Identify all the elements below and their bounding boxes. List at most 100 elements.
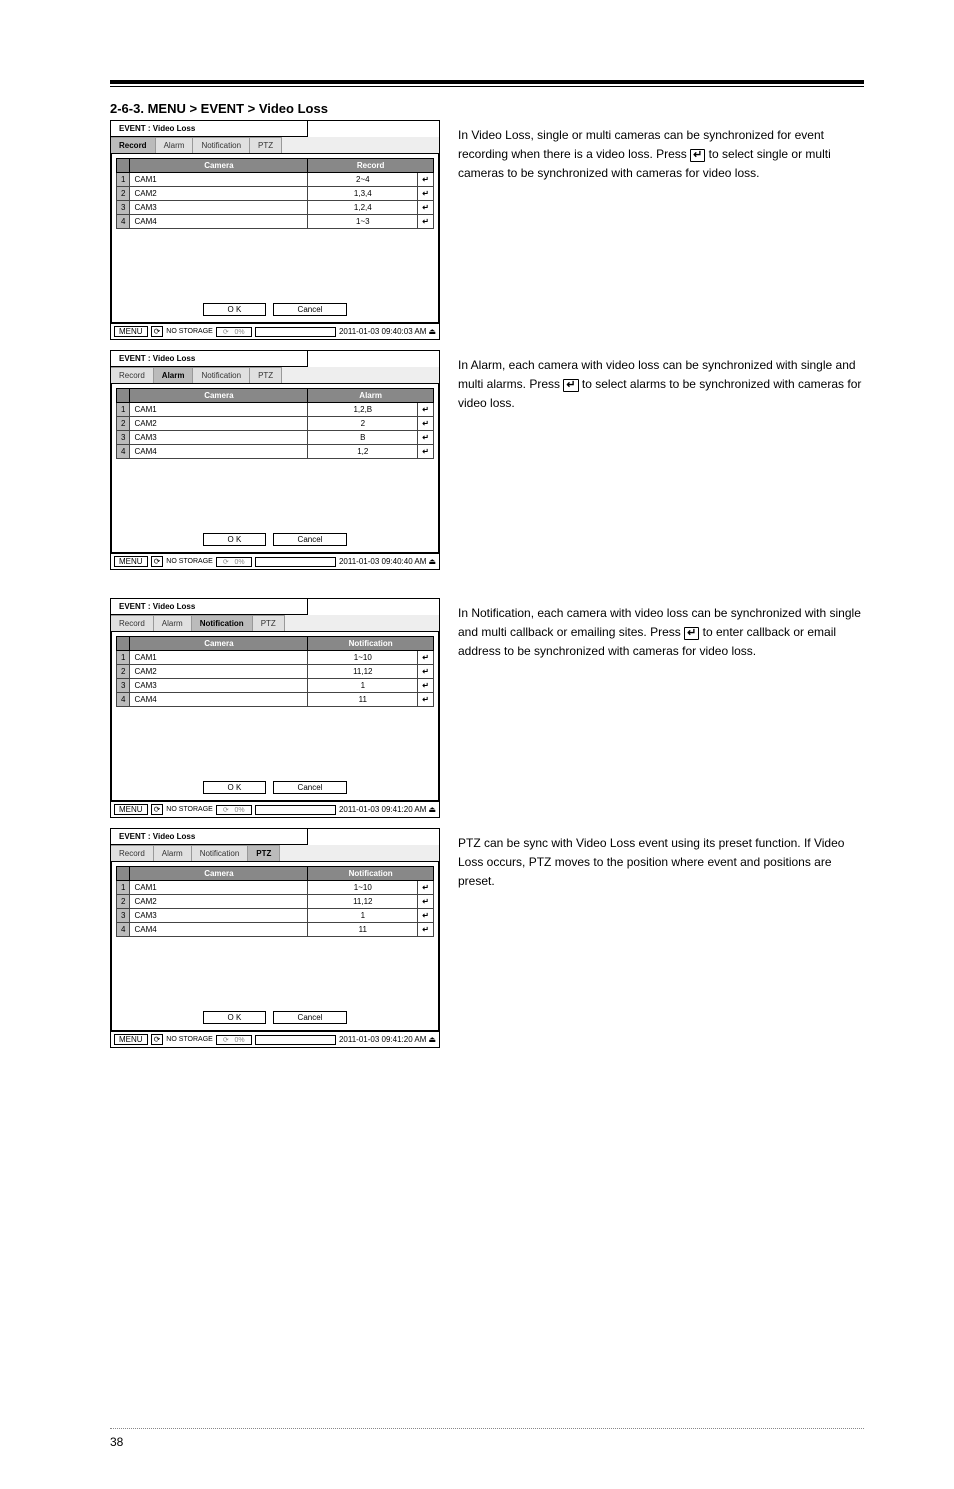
ok-button[interactable]: O K xyxy=(203,303,267,316)
enter-icon[interactable]: ↵ xyxy=(418,651,434,665)
dialog-title: EVENT : Video Loss xyxy=(111,599,308,615)
table-row: 4CAM411↵ xyxy=(117,693,434,707)
table-row: 3CAM31↵ xyxy=(117,909,434,923)
ok-button[interactable]: O K xyxy=(203,533,267,546)
timestamp: 2011-01-03 09:41:20 AM xyxy=(339,1035,426,1044)
menu-button[interactable]: MENU xyxy=(114,1034,148,1045)
table-row: 4CAM41~3↵ xyxy=(117,215,434,229)
tab-record[interactable]: Record xyxy=(111,845,154,861)
timestamp: 2011-01-03 09:40:03 AM xyxy=(339,327,426,336)
enter-icon[interactable]: ↵ xyxy=(418,923,434,937)
enter-icon[interactable]: ↵ xyxy=(418,679,434,693)
table-row: 4CAM411↵ xyxy=(117,923,434,937)
storage-label: NO STORAGE xyxy=(166,328,213,335)
refresh-icon[interactable]: ⟳ xyxy=(151,804,164,815)
tab-record[interactable]: Record xyxy=(111,615,154,631)
enter-icon[interactable]: ↵ xyxy=(418,417,434,431)
row-alarm: EVENT : Video Loss Record Alarm Notifica… xyxy=(110,350,864,570)
enter-icon: ↵ xyxy=(684,627,699,640)
tab-notification[interactable]: Notification xyxy=(192,615,253,631)
tab-alarm[interactable]: Alarm xyxy=(156,137,194,153)
tab-alarm[interactable]: Alarm xyxy=(154,615,192,631)
dialog-record: EVENT : Video Loss Record Alarm Notifica… xyxy=(110,120,440,340)
refresh-icon[interactable]: ⟳ xyxy=(151,556,164,567)
table-row: 4CAM41,2↵ xyxy=(117,445,434,459)
eject-icon[interactable]: ⏏ xyxy=(428,805,436,814)
dialog-ptz: EVENT : Video Loss Record Alarm Notifica… xyxy=(110,828,440,1048)
dialog-notification: EVENT : Video Loss Record Alarm Notifica… xyxy=(110,598,440,818)
dialog-alarm: EVENT : Video Loss Record Alarm Notifica… xyxy=(110,350,440,570)
statusbar: MENU ⟳ NO STORAGE ⟳ 0% 2011-01-03 09:40:… xyxy=(110,554,440,570)
table-row: 2CAM22↵ xyxy=(117,417,434,431)
desc-ptz: PTZ can be sync with Video Loss event us… xyxy=(440,828,864,892)
footer-rule xyxy=(110,1428,864,1429)
page-number: 38 xyxy=(110,1435,864,1449)
table-row: 2CAM211,12↵ xyxy=(117,665,434,679)
table-row: 3CAM3B↵ xyxy=(117,431,434,445)
timestamp: 2011-01-03 09:40:40 AM xyxy=(339,557,426,566)
enter-icon[interactable]: ↵ xyxy=(418,693,434,707)
progress-box: ⟳ 0% xyxy=(216,327,252,337)
top-rule xyxy=(110,80,864,84)
enter-icon[interactable]: ↵ xyxy=(418,215,434,229)
tab-record[interactable]: Record xyxy=(111,137,156,153)
ok-button[interactable]: O K xyxy=(203,781,267,794)
row-record: EVENT : Video Loss Record Alarm Notifica… xyxy=(110,120,864,340)
row-ptz: EVENT : Video Loss Record Alarm Notifica… xyxy=(110,828,864,1048)
enter-icon[interactable]: ↵ xyxy=(418,895,434,909)
record-table: Camera Record 1CAM12~4↵ 2CAM21,3,4↵ 3CAM… xyxy=(116,158,434,229)
enter-icon[interactable]: ↵ xyxy=(418,431,434,445)
tab-ptz[interactable]: PTZ xyxy=(248,845,280,861)
tab-ptz[interactable]: PTZ xyxy=(250,137,282,153)
enter-icon: ↵ xyxy=(563,379,578,392)
enter-icon[interactable]: ↵ xyxy=(418,187,434,201)
eject-icon[interactable]: ⏏ xyxy=(428,557,436,566)
tab-record[interactable]: Record xyxy=(111,367,154,383)
refresh-icon[interactable]: ⟳ xyxy=(151,1034,164,1045)
dialog-title: EVENT : Video Loss xyxy=(111,829,308,845)
enter-icon[interactable]: ↵ xyxy=(418,445,434,459)
enter-icon[interactable]: ↵ xyxy=(418,881,434,895)
tab-ptz[interactable]: PTZ xyxy=(253,615,285,631)
cancel-button[interactable]: Cancel xyxy=(273,533,348,546)
timestamp: 2011-01-03 09:41:20 AM xyxy=(339,805,426,814)
enter-icon[interactable]: ↵ xyxy=(418,403,434,417)
tab-notification[interactable]: Notification xyxy=(193,137,250,153)
statusbar: MENU ⟳ NO STORAGE ⟳ 0% 2011-01-03 09:40:… xyxy=(110,324,440,340)
menu-button[interactable]: MENU xyxy=(114,804,148,815)
cancel-button[interactable]: Cancel xyxy=(273,1011,348,1024)
table-row: 1CAM11~10↵ xyxy=(117,881,434,895)
tab-ptz[interactable]: PTZ xyxy=(250,367,282,383)
dialog-title: EVENT : Video Loss xyxy=(111,351,308,367)
table-row: 2CAM21,3,4↵ xyxy=(117,187,434,201)
notification-table: CameraNotification 1CAM11~10↵ 2CAM211,12… xyxy=(116,636,434,707)
enter-icon[interactable]: ↵ xyxy=(418,173,434,187)
eject-icon[interactable]: ⏏ xyxy=(428,1035,436,1044)
section-title: 2-6-3. MENU > EVENT > Video Loss xyxy=(110,101,864,116)
desc-record: In Video Loss, single or multi cameras c… xyxy=(440,120,864,184)
enter-icon: ↵ xyxy=(690,149,705,162)
cancel-button[interactable]: Cancel xyxy=(273,303,348,316)
col-camera: Camera xyxy=(130,159,308,173)
enter-icon[interactable]: ↵ xyxy=(418,665,434,679)
eject-icon[interactable]: ⏏ xyxy=(428,327,436,336)
enter-icon[interactable]: ↵ xyxy=(418,909,434,923)
menu-button[interactable]: MENU xyxy=(114,556,148,567)
statusbar: MENU ⟳ NO STORAGE ⟳ 0% 2011-01-03 09:41:… xyxy=(110,1032,440,1048)
alarm-table: CameraAlarm 1CAM11,2,B↵ 2CAM22↵ 3CAM3B↵ … xyxy=(116,388,434,459)
tab-notification[interactable]: Notification xyxy=(192,845,249,861)
table-row: 2CAM211,12↵ xyxy=(117,895,434,909)
dialog-title: EVENT : Video Loss xyxy=(111,121,308,137)
tab-alarm[interactable]: Alarm xyxy=(154,367,194,383)
refresh-icon[interactable]: ⟳ xyxy=(151,326,164,337)
cancel-button[interactable]: Cancel xyxy=(273,781,348,794)
ok-button[interactable]: O K xyxy=(203,1011,267,1024)
desc-notification: In Notification, each camera with video … xyxy=(440,598,864,662)
table-row: 1CAM11,2,B↵ xyxy=(117,403,434,417)
menu-button[interactable]: MENU xyxy=(114,326,148,337)
statusbar: MENU ⟳ NO STORAGE ⟳ 0% 2011-01-03 09:41:… xyxy=(110,802,440,818)
tab-notification[interactable]: Notification xyxy=(193,367,250,383)
desc-alarm: In Alarm, each camera with video loss ca… xyxy=(440,350,864,414)
enter-icon[interactable]: ↵ xyxy=(418,201,434,215)
tab-alarm[interactable]: Alarm xyxy=(154,845,192,861)
